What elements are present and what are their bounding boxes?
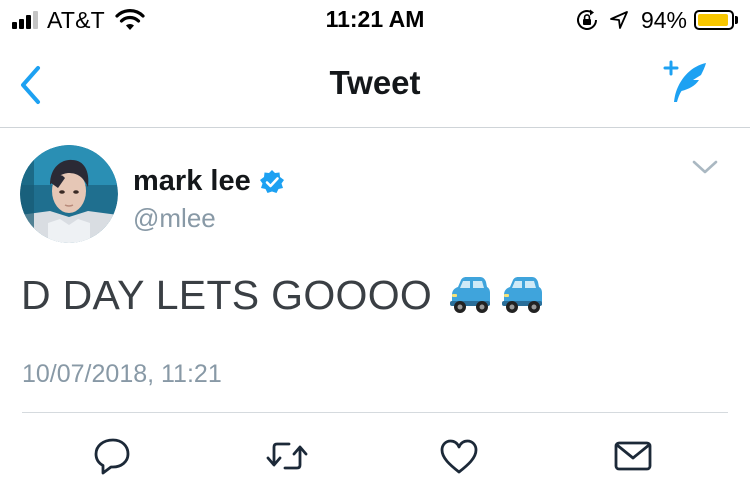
- divider: [22, 412, 728, 413]
- display-name[interactable]: mark lee: [133, 165, 251, 198]
- avatar-photo: [20, 145, 118, 243]
- like-icon: [440, 439, 478, 474]
- direct-message-icon: [614, 441, 652, 471]
- reply-icon: [94, 438, 130, 475]
- status-bar: AT&T 11:21 AM 94%: [0, 0, 750, 40]
- user-handle[interactable]: @mlee: [133, 203, 216, 234]
- chevron-down-icon[interactable]: [690, 156, 720, 178]
- compose-feather-icon[interactable]: [662, 58, 710, 106]
- battery-nub: [735, 16, 738, 24]
- rotation-lock-icon: [577, 9, 597, 30]
- battery-icon: [694, 10, 734, 30]
- tweet-detail-screen: AT&T 11:21 AM 94% Tweet mark lee @mlee D…: [0, 0, 750, 490]
- battery-level-fill: [698, 14, 728, 26]
- tweet-timestamp: 10/07/2018, 11:21: [22, 360, 222, 388]
- car-emoji: [450, 277, 491, 313]
- retweet-button[interactable]: [265, 434, 309, 478]
- tweet-text: D DAY LETS GOOOO: [21, 271, 433, 318]
- tweet-body: D DAY LETS GOOOO: [21, 268, 544, 322]
- car-emoji: [502, 277, 543, 313]
- direct-message-button[interactable]: [611, 434, 655, 478]
- status-right: 94%: [575, 7, 738, 33]
- location-arrow-icon: [610, 11, 628, 29]
- page-title: Tweet: [329, 64, 421, 101]
- like-button[interactable]: [437, 434, 481, 478]
- battery-percent: 94%: [640, 6, 687, 33]
- verified-badge-icon: [260, 170, 284, 193]
- avatar[interactable]: [20, 145, 118, 243]
- retweet-icon: [266, 442, 308, 470]
- nav-bar: Tweet: [0, 40, 750, 128]
- reply-button[interactable]: [91, 434, 135, 478]
